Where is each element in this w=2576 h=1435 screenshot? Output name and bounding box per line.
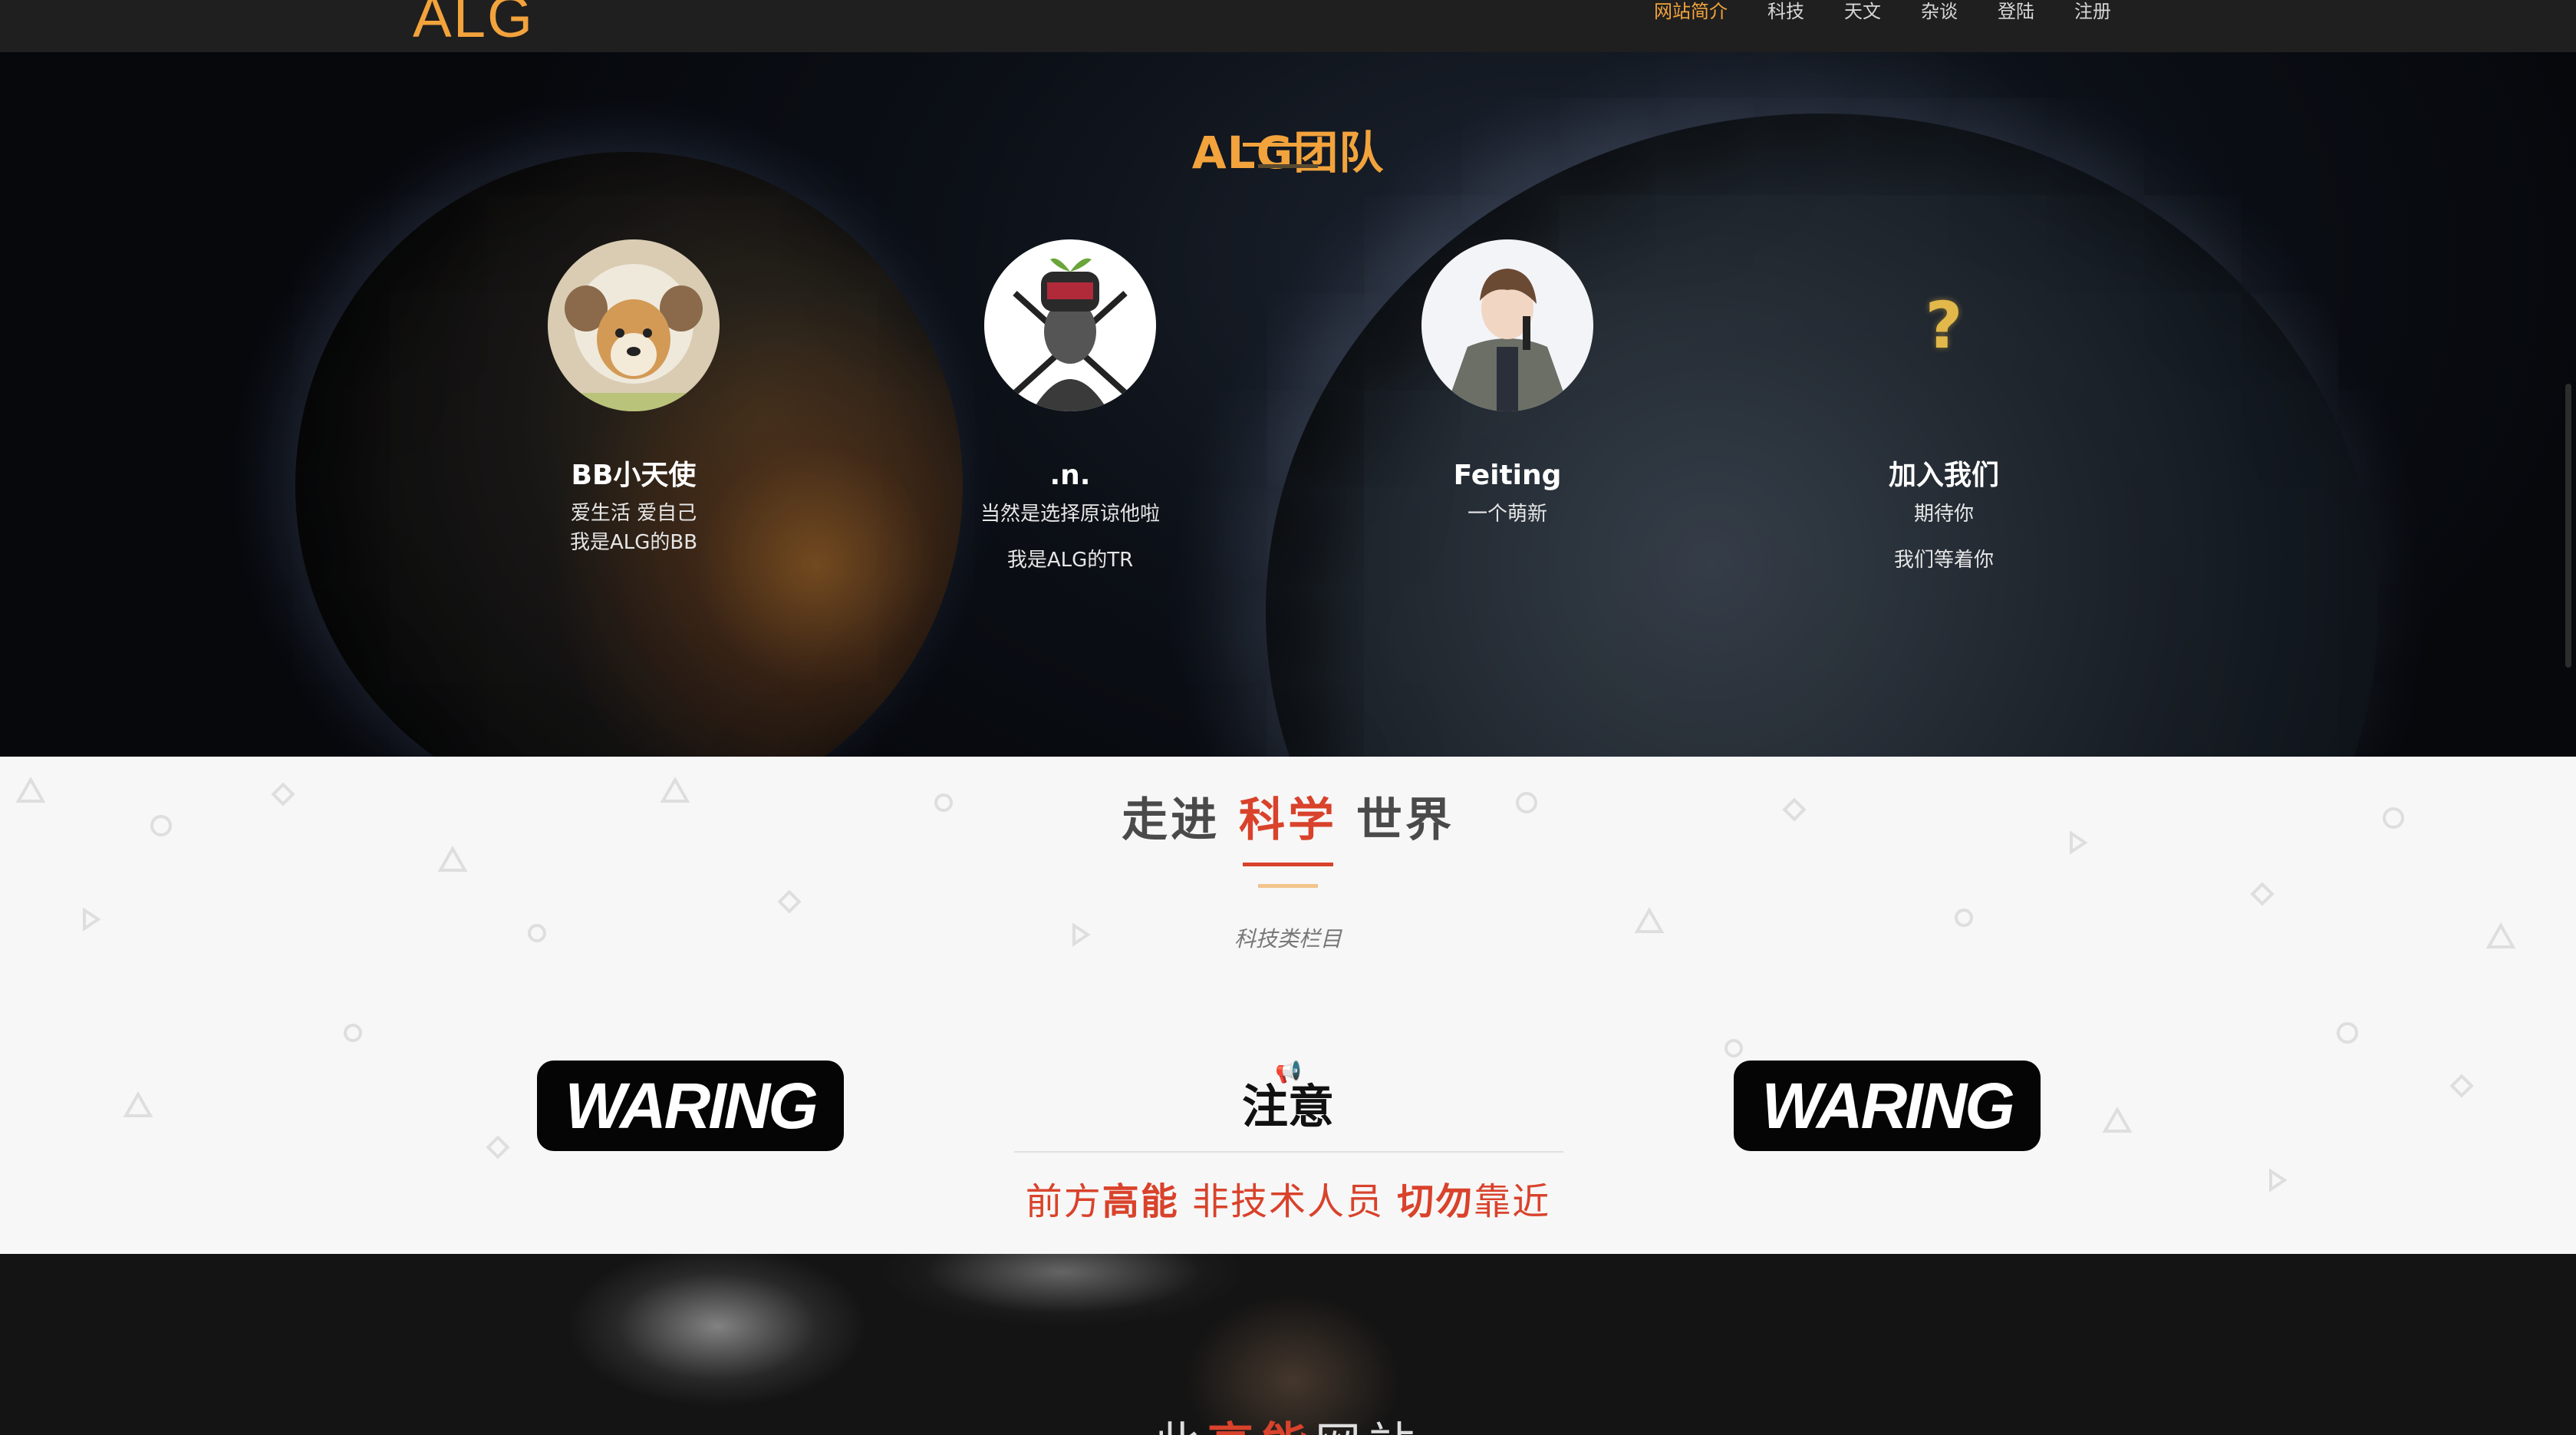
- member-desc: 当然是选择原谅他啦 我是ALG的TR: [901, 491, 1239, 583]
- title-underline-secondary: [1258, 164, 1318, 168]
- bottom-section: 此高能网站: [0, 1254, 2576, 1435]
- avatar-dog[interactable]: [548, 239, 720, 411]
- member-desc: 期待你 我们等着你: [1775, 491, 2113, 583]
- science-title: 走进 科学 世界: [0, 783, 2576, 849]
- nav-item-tech[interactable]: 科技: [1748, 0, 1824, 26]
- science-title-pre: 走进: [1122, 793, 1220, 847]
- member-desc-line: 我是ALG的BB: [569, 531, 698, 554]
- question-mark-icon: ?: [1925, 288, 1963, 363]
- science-underline-secondary: [1258, 884, 1318, 888]
- member-desc-line: 我是ALG的TR: [1006, 549, 1134, 572]
- avatar-anime-boy[interactable]: [1421, 239, 1593, 411]
- nav-item-login[interactable]: 登陆: [1978, 0, 2054, 26]
- science-title-post: 世界: [1356, 793, 1454, 847]
- member-card: ? 加入我们 期待你 我们等着你: [1775, 239, 2113, 583]
- bottom-banner-text: 此高能网站: [0, 1407, 2576, 1435]
- team-section: ALG团队 BB小天使 爱生活 爱自己 我是ALG的BB .n. 当然是选择原谅…: [0, 52, 2576, 757]
- member-card: Feiting 一个萌新: [1339, 239, 1676, 537]
- science-section: 走进 科学 世界 科技类栏目 WARING WARING 📢 注意 前方高能 非…: [0, 757, 2576, 1254]
- notice-part: 前方: [1025, 1180, 1102, 1223]
- member-desc: 爱生活 爱自己 我是ALG的BB: [465, 499, 802, 557]
- member-name: Feiting: [1453, 460, 1562, 491]
- member-desc-line: 我们等着你: [1893, 549, 1994, 572]
- notice-text: 前方高能 非技术人员 切勿靠近: [0, 1171, 2576, 1225]
- member-card: BB小天使 爱生活 爱自己 我是ALG的BB: [465, 239, 802, 557]
- notice-divider: [1014, 1151, 1563, 1153]
- member-desc: 一个萌新: [1339, 491, 1676, 537]
- member-desc-line: 爱生活 爱自己: [570, 502, 697, 525]
- nav-item-register[interactable]: 注册: [2054, 0, 2131, 26]
- member-desc-line: 一个萌新: [1467, 503, 1547, 526]
- member-name: BB小天使: [571, 460, 697, 491]
- member-desc-line: 期待你: [1913, 503, 1974, 526]
- bottom-text-pre: 此: [1154, 1418, 1207, 1435]
- nav-item-intro[interactable]: 网站简介: [1634, 0, 1748, 26]
- bottom-text-post: 网站: [1315, 1418, 1422, 1435]
- science-subtitle: 科技类栏目: [1234, 926, 1342, 952]
- notice-title: 注意: [1242, 1080, 1334, 1134]
- member-name[interactable]: 加入我们: [1775, 460, 2113, 491]
- site-logo[interactable]: ALG: [413, 0, 534, 52]
- member-desc-line: 当然是选择原谅他啦: [980, 503, 1160, 526]
- top-navbar: ALG 网站简介 科技 天文 杂谈 登陆 注册: [0, 0, 2576, 52]
- bottom-text-highlight: 高能: [1207, 1418, 1315, 1435]
- notice-part: 靠近: [1474, 1180, 1551, 1223]
- team-title: ALG团队: [1191, 127, 1385, 179]
- title-underline: [1243, 143, 1333, 147]
- nav-links: 网站简介 科技 天文 杂谈 登陆 注册: [1634, 0, 2131, 26]
- science-title-highlight: 科学: [1239, 793, 1337, 847]
- page-scrollbar[interactable]: [2565, 384, 2571, 668]
- member-name: .n.: [1049, 460, 1091, 491]
- nav-item-astronomy[interactable]: 天文: [1824, 0, 1901, 26]
- science-underline: [1243, 863, 1333, 866]
- notice-part-bold: 切勿: [1397, 1180, 1474, 1223]
- nav-item-misc[interactable]: 杂谈: [1901, 0, 1978, 26]
- notice-part-bold: 高能: [1102, 1180, 1179, 1223]
- member-card: .n. 当然是选择原谅他啦 我是ALG的TR: [901, 239, 1239, 583]
- avatar-sprout-hat[interactable]: [984, 239, 1156, 411]
- notice-part: 非技术人员: [1178, 1180, 1398, 1223]
